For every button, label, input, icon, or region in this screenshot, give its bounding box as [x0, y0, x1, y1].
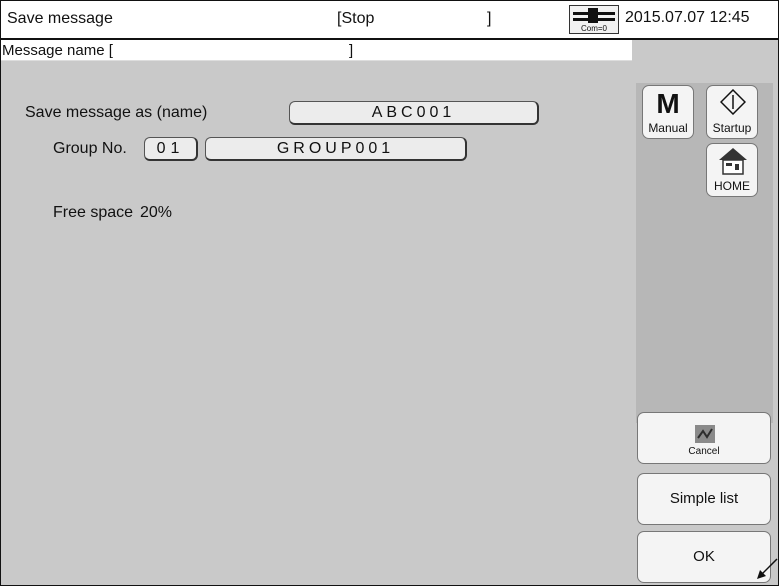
save-as-name-field[interactable]: ABC001	[289, 101, 539, 125]
cancel-label: Cancel	[688, 446, 720, 457]
main-window: Save message [Stop ] Com=0 2015.07.07 12…	[0, 0, 779, 586]
manual-label: Manual	[648, 121, 688, 135]
startup-button[interactable]: Startup	[706, 85, 758, 139]
ok-label: OK	[693, 548, 715, 565]
screen-title: Save message	[7, 10, 113, 27]
cancel-button[interactable]: Cancel	[637, 412, 771, 464]
date-time: 2015.07.07 12:45	[625, 9, 750, 26]
ok-button[interactable]: OK	[637, 531, 771, 583]
group-number-field[interactable]: 01	[144, 137, 198, 161]
home-icon	[719, 148, 747, 175]
manual-icon: M	[656, 88, 680, 119]
message-bar: Message name [ ]	[1, 40, 632, 61]
startup-icon	[720, 89, 746, 115]
home-label: HOME	[714, 179, 750, 193]
side-panel: M Manual Startup HOME Cancel Simple list…	[632, 61, 778, 585]
cancel-icon	[695, 425, 715, 443]
home-button[interactable]: HOME	[706, 143, 758, 197]
content-area: Save message as (name) ABC001 Group No. …	[1, 61, 632, 585]
group-no-label: Group No.	[53, 140, 127, 157]
save-as-label: Save message as (name)	[25, 104, 208, 121]
mode-status-close: ]	[487, 10, 492, 27]
manual-button[interactable]: M Manual	[642, 85, 694, 139]
communication-label: Com=0	[580, 24, 607, 33]
free-space-label: Free space	[53, 204, 134, 221]
communication-icon: Com=0	[569, 5, 619, 34]
mode-status: [Stop ]	[337, 10, 491, 28]
simple-list-button[interactable]: Simple list	[637, 473, 771, 525]
message-name-label: Message name [	[2, 42, 113, 59]
group-name-field[interactable]: GROUP001	[205, 137, 467, 161]
title-bar: Save message [Stop ] Com=0 2015.07.07 12…	[1, 1, 778, 40]
pointer-arrow-icon	[757, 558, 778, 579]
mode-status-text: [Stop	[337, 10, 375, 27]
startup-label: Startup	[712, 121, 752, 135]
free-space-value: 20%	[140, 204, 173, 221]
simple-list-label: Simple list	[669, 490, 739, 507]
message-name-close: ]	[349, 42, 354, 59]
